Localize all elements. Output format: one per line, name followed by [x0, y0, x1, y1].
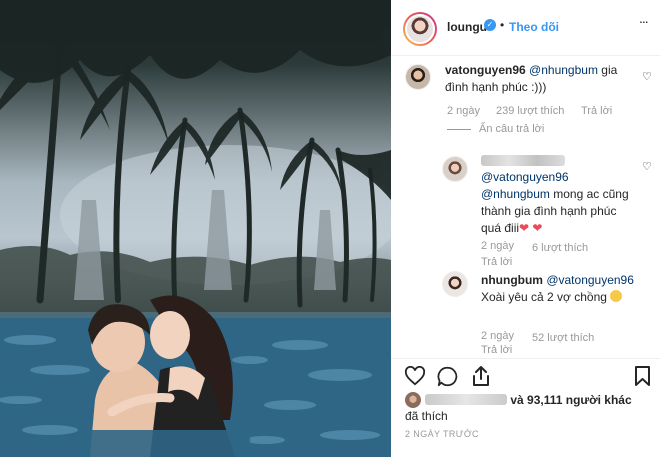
comment-time[interactable]: 2 ngày [447, 105, 480, 117]
reply-mention[interactable]: @nhungbum [481, 187, 550, 201]
hide-replies-line [447, 129, 471, 130]
heart-emoji: ❤ ❤ [519, 221, 543, 235]
post-side-panel: loungu ✓ • Theo dõi ... vatonguyen96 @nh… [391, 0, 660, 457]
comment-body: vatonguyen96 @nhungbum gia đình hạnh phú… [445, 62, 635, 96]
reply-username[interactable]: nhungbum [481, 273, 543, 287]
bookmark-icon[interactable] [634, 365, 651, 387]
comment-username[interactable]: vatonguyen96 [445, 63, 526, 77]
follow-button[interactable]: Theo dõi [509, 20, 559, 34]
reply-mention[interactable]: @vatonguyen96 [546, 273, 634, 287]
reply-text-line: quá điii [481, 221, 520, 235]
likes-count[interactable]: và 93,111 người khác [510, 393, 631, 407]
likes-summary: và 93,111 người khác đã thích [405, 392, 650, 424]
likes-suffix: đã thích [405, 409, 448, 423]
reply-text-line: Xoài yêu cả 2 vợ chồng [481, 290, 607, 304]
commenter-avatar[interactable] [442, 156, 468, 182]
separator-dot: • [500, 18, 505, 32]
post-date[interactable]: 2 NGÀY TRƯỚC [405, 429, 479, 439]
comment-text-line: đình hạnh phúc :))) [445, 80, 547, 94]
heart-icon[interactable] [404, 366, 426, 386]
comment-text: gia [601, 63, 618, 77]
hide-replies-button[interactable]: Ẩn câu trả lời [479, 123, 544, 135]
reply-likes[interactable]: 52 lượt thích [532, 332, 594, 344]
comments-list: vatonguyen96 @nhungbum gia đình hạnh phú… [391, 56, 660, 358]
comment-mention[interactable]: @nhungbum [529, 63, 598, 77]
author-username[interactable]: loungu [447, 20, 487, 34]
instagram-post: loungu ✓ • Theo dõi ... vatonguyen96 @nh… [0, 0, 660, 457]
blurred-liker-name [425, 394, 507, 405]
liker-avatar [405, 392, 421, 408]
author-avatar[interactable] [403, 12, 437, 46]
comment-icon[interactable] [437, 366, 458, 387]
reply-reply-button[interactable]: Trả lời [481, 256, 512, 268]
comment-reply-button[interactable]: Trả lời [581, 105, 612, 117]
reply-reply-button[interactable]: Trả lời [481, 344, 512, 356]
verified-icon: ✓ [484, 19, 496, 31]
post-actions: và 93,111 người khác đã thích 2 NGÀY TRƯ… [391, 358, 660, 457]
commenter-avatar[interactable] [405, 64, 431, 90]
comment-like-heart-icon[interactable]: ♡ [642, 160, 652, 173]
reply-text: mong ac cũng [553, 187, 629, 201]
reply-body: @vatonguyen96 @nhungbum mong ac cũng thà… [481, 152, 641, 237]
blurred-username [481, 155, 565, 167]
comment-like-heart-icon[interactable]: ♡ [642, 70, 652, 83]
post-photo[interactable] [0, 0, 391, 457]
reply-text-line: thành gia đình hạnh phúc [481, 204, 617, 218]
laughing-emoji [610, 290, 623, 302]
reply-mention[interactable]: @vatonguyen96 [481, 170, 569, 184]
share-icon[interactable] [471, 365, 491, 387]
photo-scene [0, 0, 391, 457]
commenter-avatar[interactable] [442, 271, 468, 297]
post-header: loungu ✓ • Theo dõi ... [391, 0, 660, 56]
more-icon[interactable]: ... [639, 10, 649, 26]
reply-time[interactable]: 2 ngày [481, 240, 514, 252]
reply-time[interactable]: 2 ngày [481, 330, 514, 342]
reply-likes[interactable]: 6 lượt thích [532, 242, 588, 254]
comment-likes[interactable]: 239 lượt thích [496, 105, 564, 117]
reply-body: nhungbum @vatonguyen96 Xoài yêu cả 2 vợ … [481, 272, 646, 306]
